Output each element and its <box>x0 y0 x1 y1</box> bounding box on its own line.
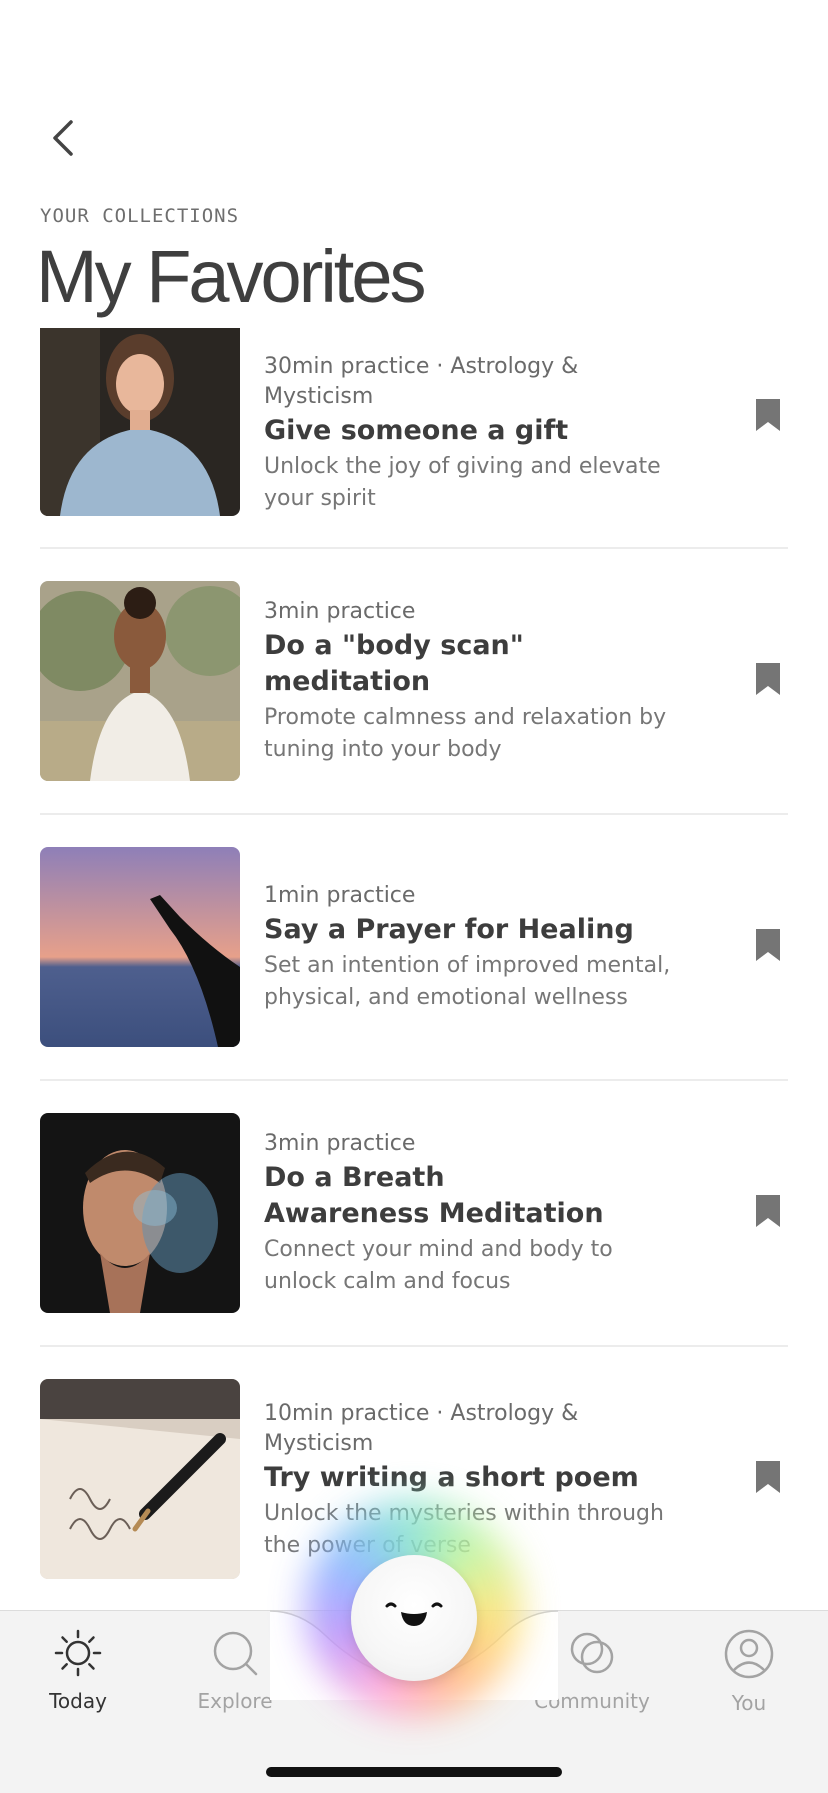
profile-icon <box>724 1629 774 1679</box>
bookmark-icon <box>756 663 780 695</box>
tab-label: Today <box>49 1689 107 1713</box>
tab-label: Explore <box>197 1689 273 1713</box>
home-indicator <box>266 1767 562 1777</box>
community-icon <box>570 1632 614 1674</box>
item-meta: 30min practice · Astrology & Mysticism <box>264 354 579 409</box>
list-item[interactable]: 3min practice Do a "body scan" meditatio… <box>40 549 788 815</box>
item-title: Do a Breath Awareness Meditation <box>264 1161 604 1229</box>
practice-thumbnail <box>40 328 240 516</box>
item-meta: 3min practice <box>264 598 416 624</box>
item-title: Give someone a gift <box>264 415 569 446</box>
practice-thumbnail <box>40 1113 240 1313</box>
item-text: 30min practice · Astrology & Mysticism G… <box>264 352 684 547</box>
list-item[interactable]: 3min practice Do a Breath Awareness Medi… <box>40 1081 788 1347</box>
item-meta: 10min practice · Astrology & Mysticism <box>264 1400 579 1456</box>
tab-today[interactable]: Today <box>18 1629 138 1713</box>
list-item[interactable]: 30min practice · Astrology & Mysticism G… <box>40 328 788 549</box>
item-title: Do a "body scan" meditation <box>264 629 524 697</box>
practice-thumbnail <box>40 1379 240 1579</box>
bookmark-button[interactable] <box>748 923 788 967</box>
bookmark-icon <box>756 929 780 961</box>
assistant-button[interactable] <box>351 1555 477 1681</box>
item-meta: 1min practice <box>264 882 416 908</box>
bookmark-button[interactable] <box>748 657 788 701</box>
back-button[interactable] <box>40 112 84 164</box>
bookmark-button[interactable] <box>748 393 788 437</box>
chevron-left-icon <box>53 120 73 156</box>
bookmark-icon <box>756 1461 780 1493</box>
bookmark-icon <box>756 399 780 431</box>
section-eyebrow: YOUR COLLECTIONS <box>40 205 240 227</box>
item-title: Try writing a short poem <box>264 1461 639 1493</box>
favorites-list: 30min practice · Astrology & Mysticism G… <box>40 328 788 1613</box>
item-title: Say a Prayer for Healing <box>264 913 634 945</box>
item-description: Promote calmness and relaxation by tunin… <box>264 704 667 762</box>
list-item[interactable]: 1min practice Say a Prayer for Healing S… <box>40 815 788 1081</box>
tab-label: You <box>731 1691 767 1715</box>
item-description: Unlock the joy of giving and elevate you… <box>264 454 661 511</box>
practice-thumbnail <box>40 581 240 781</box>
bookmark-button[interactable] <box>748 1455 788 1499</box>
sun-icon <box>54 1629 102 1677</box>
item-meta: 3min practice <box>264 1130 416 1156</box>
bookmark-button[interactable] <box>748 1189 788 1233</box>
page-title: My Favorites <box>36 235 427 318</box>
item-text: 3min practice Do a Breath Awareness Medi… <box>264 1081 684 1345</box>
item-text: 3min practice Do a "body scan" meditatio… <box>264 549 684 813</box>
tab-you[interactable]: You <box>689 1629 809 1715</box>
item-description: Connect your mind and body to unlock cal… <box>264 1236 613 1294</box>
bookmark-icon <box>756 1195 780 1227</box>
practice-thumbnail <box>40 847 240 1047</box>
item-description: Set an intention of improved mental, phy… <box>264 952 671 1010</box>
search-icon <box>213 1631 258 1676</box>
item-text: 1min practice Say a Prayer for Healing S… <box>264 815 684 1079</box>
smiley-face-icon <box>385 1602 443 1626</box>
